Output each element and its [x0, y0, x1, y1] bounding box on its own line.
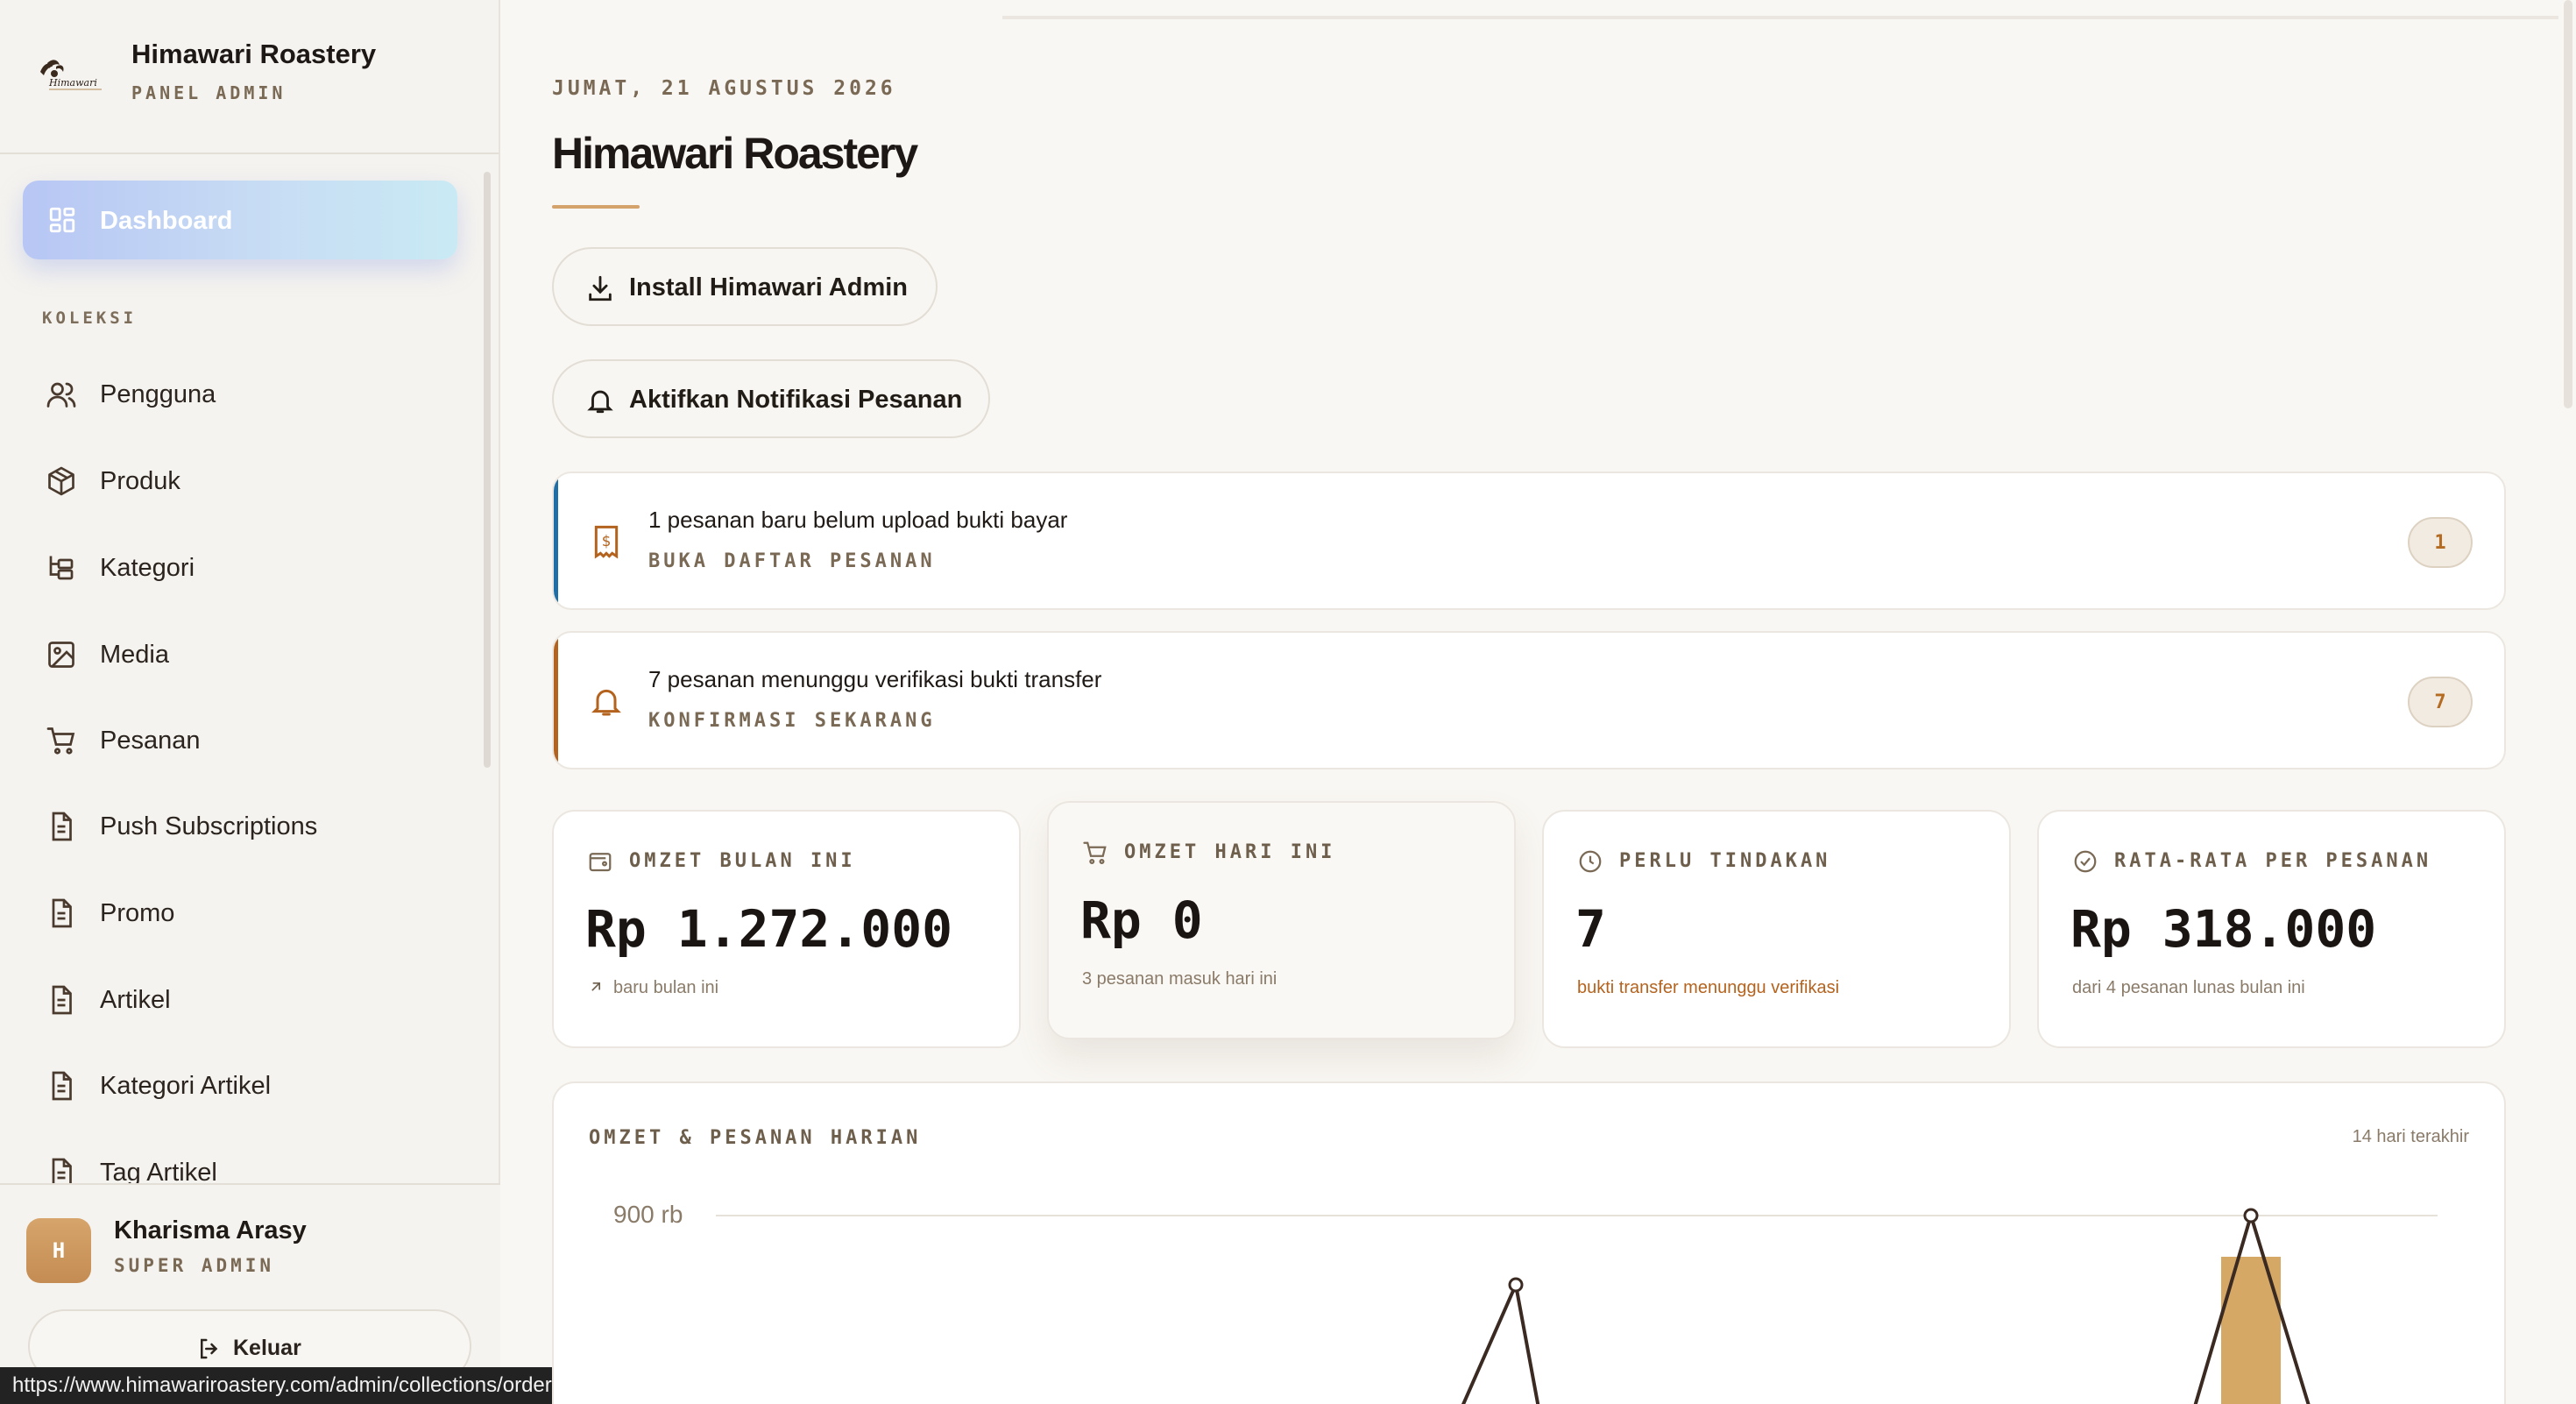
wallet-icon: [589, 853, 612, 872]
alert-unpaid-orders[interactable]: $ 1 pesanan baru belum upload bukti baya…: [552, 472, 2506, 610]
arrow-up-right-icon: [591, 982, 600, 991]
alert-pending-verification[interactable]: 7 pesanan menunggu verifikasi bukti tran…: [552, 631, 2506, 769]
users-icon: [46, 382, 76, 408]
brand-subtitle: PANEL ADMIN: [131, 82, 287, 103]
alert-action-link[interactable]: KONFIRMASI SEKARANG: [648, 710, 936, 732]
status-bar-url: https://www.himawariroastery.com/admin/c…: [0, 1367, 575, 1404]
nav-item-pesanan[interactable]: Pesanan: [23, 706, 457, 776]
page-title: Himawari Roastery: [552, 129, 918, 178]
download-icon: [589, 275, 612, 301]
install-admin-label: Install Himawari Admin: [629, 273, 908, 301]
nav-item-promo[interactable]: Promo: [23, 878, 457, 948]
brand-title: Himawari Roastery: [131, 39, 377, 69]
stat-value: Rp 318.000: [2070, 899, 2377, 959]
document-icon: [52, 812, 72, 841]
stat-value: Rp 1.272.000: [585, 899, 953, 959]
nav-item-dashboard[interactable]: Dashboard: [23, 181, 457, 259]
stat-note: baru bulan ini: [587, 978, 718, 998]
stat-rata-rata-per-pesanan: RATA-RATA PER PESANAN Rp 318.000 dari 4 …: [2037, 810, 2506, 1048]
nav-item-kategori-artikel[interactable]: Kategori Artikel: [23, 1051, 457, 1121]
nav-item-label: Push Subscriptions: [100, 812, 318, 840]
page-date: JUMAT, 21 AGUSTUS 2026: [552, 77, 896, 100]
stat-value: Rp 0: [1080, 890, 1203, 950]
nav-item-label: Kategori: [100, 554, 195, 582]
cart-icon: [46, 727, 75, 755]
top-divider: [1002, 16, 2558, 19]
stat-omzet-bulan-ini: OMZET BULAN INI Rp 1.272.000 baru bulan …: [552, 810, 1021, 1048]
alert-message: 7 pesanan menunggu verifikasi bukti tran…: [648, 666, 1102, 692]
user-name: Kharisma Arasy: [114, 1216, 307, 1244]
chart-point[interactable]: [1508, 1277, 1524, 1293]
nav-item-artikel[interactable]: Artikel: [23, 965, 457, 1035]
chart-plot: [716, 1208, 2438, 1404]
chart-card: OMZET & PESANAN HARIAN 14 hari terakhir …: [552, 1081, 2506, 1404]
stat-heading: OMZET HARI INI: [1124, 841, 1336, 863]
nav-item-media[interactable]: Media: [23, 620, 457, 690]
document-icon: [52, 898, 72, 928]
dashboard-grid-icon: [49, 207, 75, 233]
user-role: SUPER ADMIN: [114, 1255, 275, 1276]
sidebar: Himawari Himawari Roastery PANEL ADMIN D…: [0, 0, 500, 1404]
image-icon: [48, 642, 74, 668]
cart-icon: [1083, 841, 1107, 864]
install-admin-button[interactable]: Install Himawari Admin: [552, 247, 938, 326]
logout-icon: [201, 1338, 218, 1359]
folder-tree-icon: [49, 556, 74, 580]
alert-accent-bar: [554, 473, 558, 608]
nav-item-label: Artikel: [100, 986, 171, 1014]
nav-item-label: Dashboard: [100, 207, 233, 235]
receipt-icon: $: [594, 525, 619, 559]
clock-icon: [1579, 850, 1602, 873]
stat-omzet-hari-ini: OMZET HARI INI Rp 0 3 pesanan masuk hari…: [1047, 801, 1516, 1039]
stat-heading: RATA-RATA PER PESANAN: [2114, 850, 2432, 872]
nav-item-produk[interactable]: Produk: [23, 446, 457, 516]
svg-text:$: $: [602, 533, 612, 550]
bell-icon: [591, 689, 621, 716]
document-icon: [52, 1071, 72, 1101]
nav-item-label: Pengguna: [100, 380, 216, 408]
nav-item-label: Produk: [100, 467, 180, 495]
stat-heading: OMZET BULAN INI: [629, 850, 856, 872]
check-circle-icon: [2074, 850, 2097, 873]
chart-point[interactable]: [2243, 1208, 2259, 1223]
sidebar-scrollbar[interactable]: [484, 172, 491, 768]
stat-heading: PERLU TINDAKAN: [1619, 850, 1831, 872]
chart-line-segment: [1461, 1279, 1540, 1404]
enable-notifications-label: Aktifkan Notifikasi Pesanan: [629, 386, 963, 414]
document-icon: [52, 985, 72, 1015]
logout-label: Keluar: [233, 1336, 301, 1360]
stat-note-text: baru bulan ini: [613, 978, 719, 997]
nav-item-label: Kategori Artikel: [100, 1072, 272, 1100]
main-scrollbar[interactable]: [2564, 0, 2572, 408]
stat-note: dari 4 pesanan lunas bulan ini: [2072, 978, 2305, 997]
avatar[interactable]: H: [26, 1218, 91, 1283]
title-underline: [552, 205, 640, 209]
enable-notifications-button[interactable]: Aktifkan Notifikasi Pesanan: [552, 359, 990, 438]
brand-logo[interactable]: Himawari: [35, 54, 105, 95]
stat-value: 7: [1575, 899, 1606, 959]
nav-item-pengguna[interactable]: Pengguna: [23, 359, 457, 429]
bell-icon: [587, 390, 613, 414]
alert-count-badge: 7: [2408, 677, 2473, 727]
nav-item-label: Pesanan: [100, 727, 201, 755]
stat-note: 3 pesanan masuk hari ini: [1082, 969, 1277, 989]
alert-accent-bar: [554, 633, 558, 768]
stat-note: bukti transfer menunggu verifikasi: [1577, 978, 1840, 997]
package-icon: [48, 466, 74, 496]
nav-item-label: Promo: [100, 899, 175, 927]
alert-action-link[interactable]: BUKA DAFTAR PESANAN: [648, 550, 936, 572]
section-label-koleksi: KOLEKSI: [42, 308, 138, 328]
nav-item-kategori[interactable]: Kategori: [23, 533, 457, 603]
brand-header: Himawari Himawari Roastery PANEL ADMIN: [0, 0, 499, 154]
logo-text: Himawari: [48, 77, 97, 89]
alert-count-badge: 1: [2408, 517, 2473, 568]
alert-message: 1 pesanan baru belum upload bukti bayar: [648, 507, 1068, 533]
stat-perlu-tindakan: PERLU TINDAKAN 7 bukti transfer menunggu…: [1542, 810, 2011, 1048]
nav-item-push-subscriptions[interactable]: Push Subscriptions: [23, 791, 457, 862]
nav-item-label: Media: [100, 641, 169, 669]
